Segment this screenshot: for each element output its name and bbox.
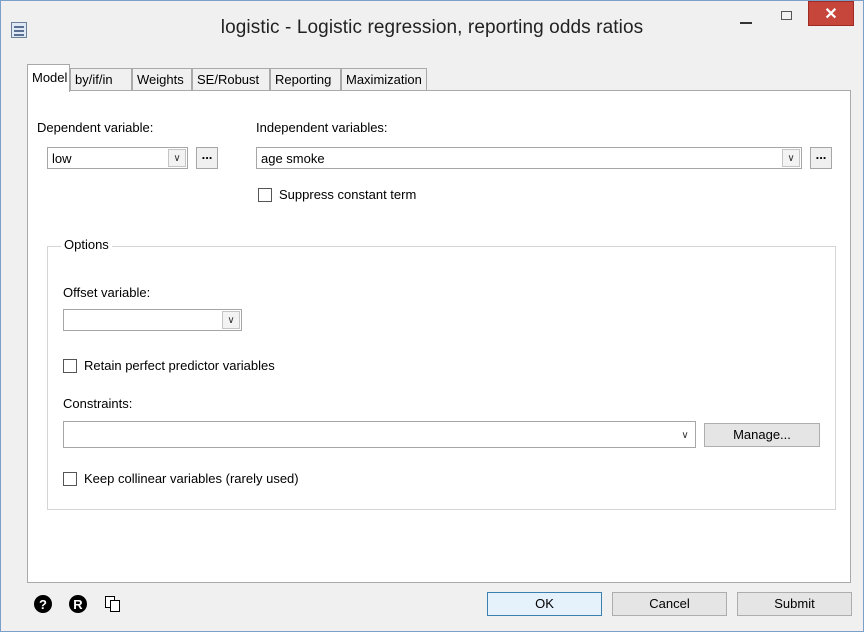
- close-button[interactable]: ✕: [808, 1, 854, 26]
- suppress-constant-checkbox[interactable]: [258, 188, 272, 202]
- independent-variables-value: age smoke: [261, 151, 325, 166]
- offset-variable-combo[interactable]: ∨: [63, 309, 242, 331]
- copy-command-button[interactable]: [104, 595, 122, 613]
- cancel-button[interactable]: Cancel: [612, 592, 727, 616]
- ok-button[interactable]: OK: [487, 592, 602, 616]
- tab-model[interactable]: Model: [27, 64, 70, 92]
- manage-constraints-button[interactable]: Manage...: [704, 423, 820, 447]
- title-bar: logistic - Logistic regression, reportin…: [1, 1, 863, 59]
- dialog-window: logistic - Logistic regression, reportin…: [0, 0, 864, 632]
- chevron-down-icon[interactable]: ∨: [222, 311, 240, 329]
- reset-icon: R: [69, 595, 87, 613]
- submit-button[interactable]: Submit: [737, 592, 852, 616]
- retain-perfect-predictor-label: Retain perfect predictor variables: [84, 358, 275, 373]
- model-tab-panel: Dependent variable: low ∨ ... Independen…: [27, 90, 851, 583]
- tab-by-if-in[interactable]: by/if/in: [70, 68, 132, 90]
- tab-maximization[interactable]: Maximization: [341, 68, 427, 90]
- minimize-button[interactable]: [723, 1, 769, 33]
- keep-collinear-label: Keep collinear variables (rarely used): [84, 471, 299, 486]
- dependent-variable-browse-button[interactable]: ...: [196, 147, 218, 169]
- tab-se-robust[interactable]: SE/Robust: [192, 68, 270, 90]
- copy-command-icon: [105, 596, 121, 612]
- tab-weights[interactable]: Weights: [132, 68, 192, 90]
- minimize-icon: [740, 22, 752, 24]
- options-group-title: Options: [61, 237, 112, 252]
- independent-variables-combo[interactable]: age smoke ∨: [256, 147, 802, 169]
- chevron-down-icon[interactable]: ∨: [168, 149, 186, 167]
- help-icon: ?: [34, 595, 52, 613]
- reset-button[interactable]: R: [69, 595, 87, 613]
- independent-variables-browse-button[interactable]: ...: [810, 147, 832, 169]
- help-button[interactable]: ?: [34, 595, 52, 613]
- chevron-down-icon[interactable]: ∨: [676, 426, 694, 444]
- keep-collinear-checkbox[interactable]: [63, 472, 77, 486]
- dependent-variable-combo[interactable]: low ∨: [47, 147, 188, 169]
- dependent-variable-label: Dependent variable:: [37, 120, 154, 135]
- maximize-icon: [780, 10, 792, 20]
- retain-perfect-predictor-checkbox[interactable]: [63, 359, 77, 373]
- constraints-label: Constraints:: [63, 396, 133, 411]
- maximize-button[interactable]: [769, 1, 803, 33]
- constraints-combo[interactable]: ∨: [63, 421, 696, 448]
- tab-reporting[interactable]: Reporting: [270, 68, 341, 90]
- offset-variable-label: Offset variable:: [63, 285, 151, 300]
- dependent-variable-value: low: [52, 151, 72, 166]
- suppress-constant-label: Suppress constant term: [279, 187, 417, 202]
- independent-variables-label: Independent variables:: [256, 120, 388, 135]
- chevron-down-icon[interactable]: ∨: [782, 149, 800, 167]
- close-icon: ✕: [824, 5, 838, 23]
